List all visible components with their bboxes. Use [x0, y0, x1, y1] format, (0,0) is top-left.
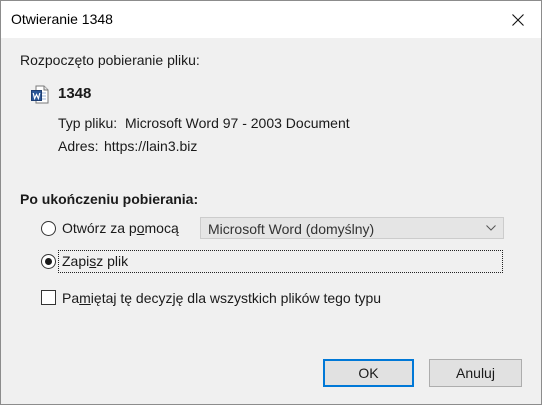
chevron-down-icon	[486, 225, 496, 231]
close-button[interactable]	[495, 1, 541, 38]
open-with-radio[interactable]	[41, 221, 56, 236]
after-download-heading: Po ukończeniu pobierania:	[20, 191, 199, 207]
open-with-label[interactable]: Otwórz za pomocą	[62, 220, 179, 236]
save-file-label[interactable]: Zapisz plik	[62, 253, 128, 269]
download-intro-text: Rozpoczęto pobieranie pliku:	[20, 52, 200, 68]
address-label: Adres:	[58, 138, 99, 154]
save-file-radio[interactable]	[41, 254, 56, 269]
cancel-button-label: Anuluj	[456, 365, 495, 381]
word-document-icon	[31, 85, 49, 104]
application-select-value: Microsoft Word (domyślny)	[208, 221, 375, 237]
close-icon	[512, 13, 524, 26]
remember-decision-checkbox[interactable]	[41, 290, 56, 305]
file-type-label: Typ pliku:	[58, 115, 118, 131]
application-select[interactable]: Microsoft Word (domyślny)	[200, 217, 504, 239]
ok-button-label: OK	[358, 365, 379, 381]
address-value: https://lain3.biz	[104, 138, 198, 154]
ok-button[interactable]: OK	[323, 359, 414, 387]
remember-decision-label[interactable]: Pamiętaj tę decyzję dla wszystkich plikó…	[62, 290, 381, 306]
title-bar: Otwieranie 1348	[1, 1, 541, 38]
window-title: Otwieranie 1348	[11, 11, 113, 27]
file-type-value: Microsoft Word 97 - 2003 Document	[125, 115, 350, 131]
download-dialog: Otwieranie 1348 Rozpoczęto pobieranie pl…	[0, 0, 542, 405]
file-name: 1348	[58, 85, 92, 102]
cancel-button[interactable]: Anuluj	[429, 359, 522, 387]
